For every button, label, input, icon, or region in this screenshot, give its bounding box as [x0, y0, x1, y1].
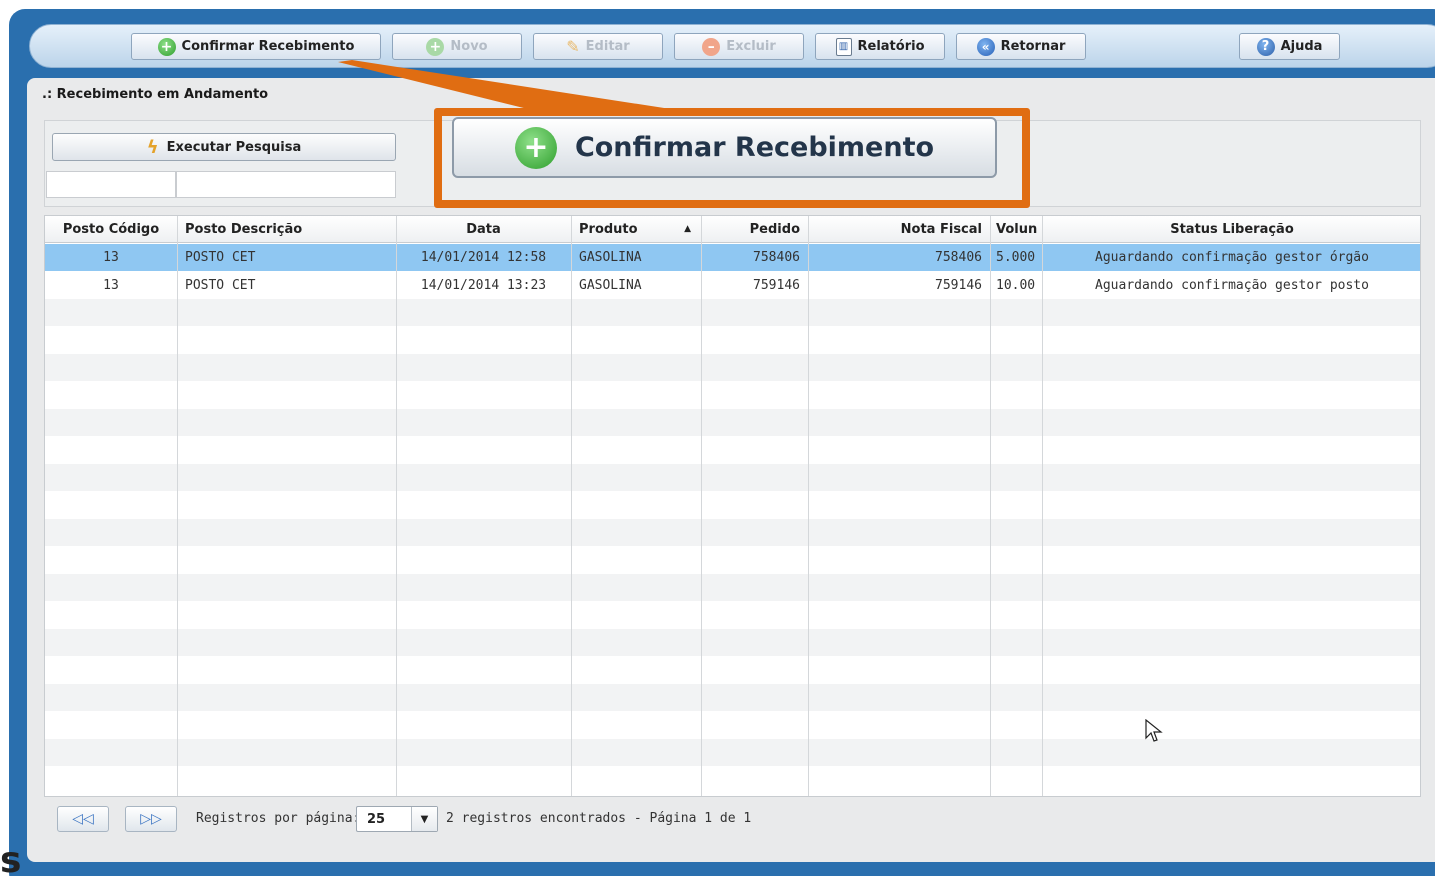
empty-table-row[interactable] [45, 299, 1420, 326]
chevron-down-icon: ▼ [411, 807, 437, 831]
cell-data: 14/01/2014 12:58 [420, 250, 547, 265]
per-page-label: Registros por página: [196, 811, 361, 826]
cell-posto-descricao: POSTO CET [185, 250, 256, 265]
empty-table-row[interactable] [45, 492, 1420, 519]
cell-volume: 10.00 [996, 277, 1036, 293]
column-divider [990, 216, 991, 796]
cell-nota-fiscal: 759146 [935, 277, 982, 293]
plus-circle-icon: + [157, 37, 176, 56]
delete-button[interactable]: – Excluir [674, 33, 804, 60]
col-header-nota-fiscal[interactable]: Nota Fiscal [808, 216, 990, 242]
mouse-cursor-icon [1145, 719, 1163, 742]
cell-posto-descricao: POSTO CET [185, 277, 256, 293]
col-header-posto-codigo[interactable]: Posto Código [45, 216, 177, 242]
empty-table-row[interactable] [45, 712, 1420, 739]
data-grid: Posto Código Posto Descrição Data Produt… [44, 215, 1421, 797]
next-page-button[interactable]: ▷▷ [125, 806, 177, 832]
cell-pedido: 759146 [753, 277, 800, 293]
execute-search-button[interactable]: ϟ Executar Pesquisa [52, 133, 396, 161]
column-divider [701, 216, 702, 796]
return-label: Retornar [1000, 39, 1066, 54]
empty-table-row[interactable] [45, 684, 1420, 711]
empty-table-row[interactable] [45, 547, 1420, 574]
cell-pedido: 758406 [753, 250, 800, 265]
plus-circle-icon: + [514, 126, 557, 169]
column-divider [1042, 216, 1043, 796]
report-icon: ▥ [835, 37, 852, 56]
report-label: Relatório [857, 39, 925, 54]
previous-page-button[interactable]: ◁◁ [57, 806, 109, 832]
table-row[interactable]: 13 POSTO CET 14/01/2014 12:58 GASOLINA 75840… [45, 244, 1420, 271]
empty-table-row[interactable] [45, 354, 1420, 381]
edit-label: Editar [585, 39, 630, 54]
section-title: .: Recebimento em Andamento [42, 87, 269, 102]
pencil-icon: ✎ [566, 36, 580, 56]
minus-circle-icon: – [702, 37, 721, 56]
report-button[interactable]: ▥ Relatório [815, 33, 945, 60]
per-page-value: 25 [367, 811, 386, 827]
new-label: Novo [450, 39, 488, 54]
empty-table-row[interactable] [45, 437, 1420, 464]
col-header-status[interactable]: Status Liberação [1042, 216, 1420, 242]
pager-summary: 2 registros encontrados - Página 1 de 1 [446, 811, 752, 826]
empty-table-row[interactable] [45, 519, 1420, 546]
confirm-receipt-label: Confirmar Recebimento [181, 39, 355, 54]
cell-volume: 5.000 [996, 250, 1036, 265]
empty-table-row[interactable] [45, 327, 1420, 354]
grid-header: Posto Código Posto Descrição Data Produt… [45, 216, 1420, 243]
empty-table-row[interactable] [45, 739, 1420, 766]
edge-fragment: s [0, 840, 22, 876]
execute-search-label: Executar Pesquisa [166, 139, 302, 155]
lightning-icon: ϟ [146, 136, 159, 158]
cell-produto: GASOLINA [579, 250, 642, 265]
confirm-receipt-button[interactable]: + Confirmar Recebimento [131, 33, 381, 60]
help-label: Ajuda [1280, 39, 1323, 54]
col-header-volume[interactable]: Volun [990, 216, 1042, 242]
column-divider [396, 216, 397, 796]
column-divider [571, 216, 572, 796]
col-header-pedido[interactable]: Pedido [701, 216, 808, 242]
empty-table-row[interactable] [45, 382, 1420, 409]
cell-status: Aguardando confirmação gestor órgão [1095, 250, 1369, 265]
empty-table-row[interactable] [45, 767, 1420, 794]
filter-code-input[interactable] [46, 171, 176, 198]
help-button[interactable]: ? Ajuda [1239, 33, 1340, 60]
empty-table-row[interactable] [45, 602, 1420, 629]
cell-posto-codigo: 13 [103, 250, 119, 265]
table-row[interactable]: 13 POSTO CET 14/01/2014 13:23 GASOLINA 75914… [45, 272, 1420, 299]
column-divider [808, 216, 809, 796]
col-header-produto[interactable]: Produto ▲ [571, 216, 701, 242]
cell-produto: GASOLINA [579, 277, 642, 293]
edit-button[interactable]: ✎ Editar [533, 33, 663, 60]
col-header-data[interactable]: Data [396, 216, 571, 242]
cell-status: Aguardando confirmação gestor posto [1095, 277, 1369, 293]
column-divider [177, 216, 178, 796]
confirm-receipt-zoomed-button[interactable]: + Confirmar Recebimento [452, 117, 997, 178]
new-button[interactable]: + Novo [392, 33, 522, 60]
col-header-produto-label: Produto [579, 221, 638, 237]
empty-table-row[interactable] [45, 574, 1420, 601]
rewind-icon: ◁◁ [72, 811, 94, 827]
sort-ascending-icon: ▲ [684, 224, 691, 234]
filter-description-input[interactable] [176, 171, 396, 198]
cell-posto-codigo: 13 [103, 277, 119, 293]
help-icon: ? [1256, 37, 1275, 56]
col-header-posto-descricao[interactable]: Posto Descrição [177, 216, 396, 242]
empty-table-row[interactable] [45, 657, 1420, 684]
per-page-select[interactable]: 25 ▼ [356, 806, 438, 832]
fast-forward-icon: ▷▷ [140, 811, 162, 827]
empty-table-row[interactable] [45, 464, 1420, 491]
confirm-receipt-zoomed-label: Confirmar Recebimento [574, 132, 935, 163]
plus-circle-icon: + [426, 37, 445, 56]
empty-table-row[interactable] [45, 629, 1420, 656]
return-button[interactable]: « Retornar [956, 33, 1086, 60]
cell-nota-fiscal: 758406 [935, 250, 982, 265]
back-icon: « [976, 37, 995, 56]
delete-label: Excluir [726, 39, 776, 54]
cell-data: 14/01/2014 13:23 [420, 277, 547, 293]
empty-table-row[interactable] [45, 409, 1420, 436]
